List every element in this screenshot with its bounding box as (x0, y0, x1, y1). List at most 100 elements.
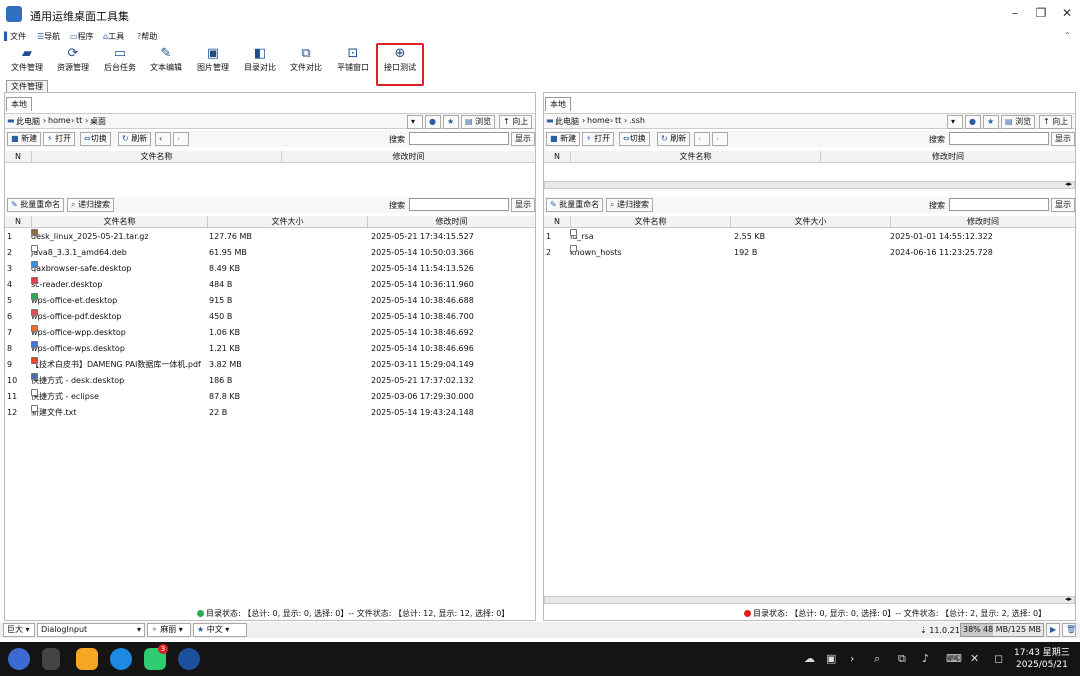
new-button[interactable]: ■ 新建 (546, 132, 581, 146)
switch-button[interactable]: ⇔切换 (619, 132, 650, 146)
show-button[interactable]: 显示 (511, 132, 535, 146)
crumb-home[interactable]: home (48, 116, 71, 125)
toolbar-dir-compare[interactable]: ◧ 目录对比 (239, 44, 281, 78)
notification-icon[interactable]: ◻ (994, 652, 1003, 665)
right-file-scrollbar[interactable]: ◂▸ (544, 595, 1075, 604)
browse-button[interactable]: ▤ 浏览 (461, 115, 496, 129)
toolbar-text-editor[interactable]: ✎ 文本编辑 (145, 44, 187, 78)
show-button[interactable]: 显示 (511, 198, 535, 212)
restore-icon[interactable]: ❐ (1032, 6, 1050, 20)
star-icon[interactable]: ★ (443, 115, 459, 129)
table-row[interactable]: 12 新建文件.txt 22 B 2025-05-14 19:43:24.148 (5, 405, 535, 421)
network-off-icon[interactable]: ✕ (970, 652, 979, 665)
refresh-button[interactable]: ↻ 刷新 (118, 132, 152, 146)
right-dir-scrollbar[interactable]: ◂▸ (544, 180, 1075, 189)
open-button[interactable]: ⚡ 打开 (582, 132, 615, 146)
toolbar-resource-manager[interactable]: ⟳ 资源管理 (52, 44, 94, 78)
ops-tool-app-icon[interactable] (178, 648, 200, 670)
table-row[interactable]: 3 qaxbrowser-safe.desktop 8.49 KB 2025-05-1… (5, 261, 535, 277)
go-icon[interactable]: ● (965, 115, 981, 129)
refresh-button[interactable]: ↻ 刷新 (657, 132, 691, 146)
volume-icon[interactable]: ♪ (922, 652, 929, 665)
show-button[interactable]: 显示 (1051, 132, 1075, 146)
forward-icon[interactable]: › (712, 132, 728, 146)
crumb-home[interactable]: home (587, 116, 610, 125)
table-row[interactable]: 4 sc-reader.desktop 484 B 2025-05-14 10:36:… (5, 277, 535, 293)
switch-button[interactable]: ⇔切换 (80, 132, 111, 146)
show-button[interactable]: 显示 (1051, 198, 1075, 212)
cloud-icon[interactable]: ☁ (804, 652, 815, 665)
table-row[interactable]: 9 【技术白皮书】DAMENG PAI数据库一体机.pdf 3.82 MB 2025-… (5, 357, 535, 373)
menu-file[interactable]: ▌文件 (4, 31, 26, 42)
toolbar-background-tasks[interactable]: ▭ 后台任务 (99, 44, 141, 78)
dropdown-arrow-icon[interactable]: ▾ (947, 115, 963, 129)
crumb-tt[interactable]: tt (76, 116, 82, 125)
size-select[interactable]: 巨大 ▾ (3, 623, 35, 637)
up-button[interactable]: ↑ 向上 (1039, 115, 1073, 129)
go-icon[interactable]: ● (425, 115, 441, 129)
table-row[interactable]: 2 java8_3.3.1_amd64.deb 61.95 MB 2025-05-14… (5, 245, 535, 261)
file-time: 2025-05-21 17:34:15.527 (371, 232, 474, 241)
table-row[interactable]: 6 wps-office-pdf.desktop 450 B 2025-05-14 1… (5, 309, 535, 325)
forward-icon[interactable]: › (173, 132, 189, 146)
language-select[interactable]: ★ 中文 ▾ (193, 623, 247, 637)
multitask-icon[interactable] (42, 648, 60, 670)
table-row[interactable]: 1 desk_linux_2025-05-21.tar.gz 127.76 MB 20… (5, 229, 535, 245)
table-row[interactable]: 10 快捷方式 - desk.desktop 186 B 2025-05-21 17:… (5, 373, 535, 389)
minimize-icon[interactable]: – (1006, 6, 1024, 20)
file-search-input[interactable] (949, 198, 1049, 211)
file-search-input[interactable] (409, 198, 509, 211)
collapse-up-icon[interactable]: ⌃ (1064, 31, 1071, 40)
table-row[interactable]: 2 known_hosts 192 B 2024-06-16 11:23:25.728 (544, 245, 1075, 261)
left-tab-local[interactable]: 本地 (6, 97, 32, 111)
keyboard-icon[interactable]: ⌨ (946, 652, 962, 665)
tab-file-manager[interactable]: 文件管理 (6, 80, 48, 92)
screen-icon[interactable]: ⧉ (898, 652, 906, 666)
open-button[interactable]: ⚡ 打开 (43, 132, 76, 146)
table-row[interactable]: 1 id_rsa 2.55 KB 2025-01-01 14:55:12.322 (544, 229, 1075, 245)
toolbar-file-compare[interactable]: ⧉ 文件对比 (285, 44, 327, 78)
chevron-right-icon[interactable]: › (850, 652, 854, 665)
menu-tools[interactable]: ⌂工具 (103, 31, 124, 42)
crumb-pc[interactable]: 此电脑 (16, 116, 40, 127)
table-row[interactable]: 7 wps-office-wpp.desktop 1.06 KB 2025-05-14… (5, 325, 535, 341)
recursive-search-button[interactable]: ⌕ 递归搜索 (606, 198, 654, 212)
table-row[interactable]: 5 wps-office-et.desktop 915 B 2025-05-14 10… (5, 293, 535, 309)
recursive-search-button[interactable]: ⌕ 递归搜索 (67, 198, 115, 212)
right-tab-local[interactable]: 本地 (545, 97, 571, 111)
trash-icon[interactable]: 🗑 (1062, 623, 1076, 637)
search-input[interactable] (949, 132, 1049, 145)
back-icon[interactable]: ‹ (694, 132, 710, 146)
close-icon[interactable]: ✕ (1058, 6, 1076, 20)
back-icon[interactable]: ‹ (155, 132, 171, 146)
font-select[interactable]: DialogInput ▾ (37, 623, 145, 637)
toolbar-file-manager[interactable]: ▰ 文件管理 (6, 44, 48, 78)
start-menu-icon[interactable] (8, 648, 30, 670)
new-button[interactable]: ■ 新建 (7, 132, 42, 146)
batch-rename-button[interactable]: ✎ 批量重命名 (546, 198, 604, 212)
dropdown-arrow-icon[interactable]: ▾ (407, 115, 423, 129)
up-button[interactable]: ↑ 向上 (499, 115, 533, 129)
table-row[interactable]: 8 wps-office-wps.desktop 1.21 KB 2025-05-14… (5, 341, 535, 357)
browser-app-icon[interactable] (110, 648, 132, 670)
batch-rename-button[interactable]: ✎ 批量重命名 (7, 198, 65, 212)
crumb-ssh[interactable]: .ssh (629, 116, 645, 125)
crumb-tt[interactable]: tt (615, 116, 621, 125)
file-manager-app-icon[interactable] (76, 648, 98, 670)
table-row[interactable]: 11 快捷方式 - eclipse 87.8 KB 2025-03-06 17:29:… (5, 389, 535, 405)
crumb-pc[interactable]: 此电脑 (555, 116, 579, 127)
search-icon[interactable]: ⌕ (874, 652, 880, 666)
menu-program[interactable]: ▭程序 (70, 31, 94, 42)
play-icon[interactable]: ▶ (1046, 623, 1060, 637)
toolbar-image-manager[interactable]: ▣ 图片管理 (192, 44, 234, 78)
menu-nav[interactable]: ☰导航 (37, 31, 60, 42)
chat-app-icon[interactable]: 3 (144, 644, 168, 670)
toolbar-tile-windows[interactable]: ⊡ 平铺窗口 (332, 44, 374, 78)
crumb-desktop[interactable]: 桌面 (90, 116, 106, 127)
search-input[interactable] (409, 132, 509, 145)
clipboard-icon[interactable]: ▣ (826, 652, 836, 665)
star-icon[interactable]: ★ (983, 115, 999, 129)
menu-help[interactable]: ?帮助 (137, 31, 157, 42)
theme-select[interactable]: ✦ 麻丽 ▾ (147, 623, 191, 637)
browse-button[interactable]: ▤ 浏览 (1001, 115, 1036, 129)
